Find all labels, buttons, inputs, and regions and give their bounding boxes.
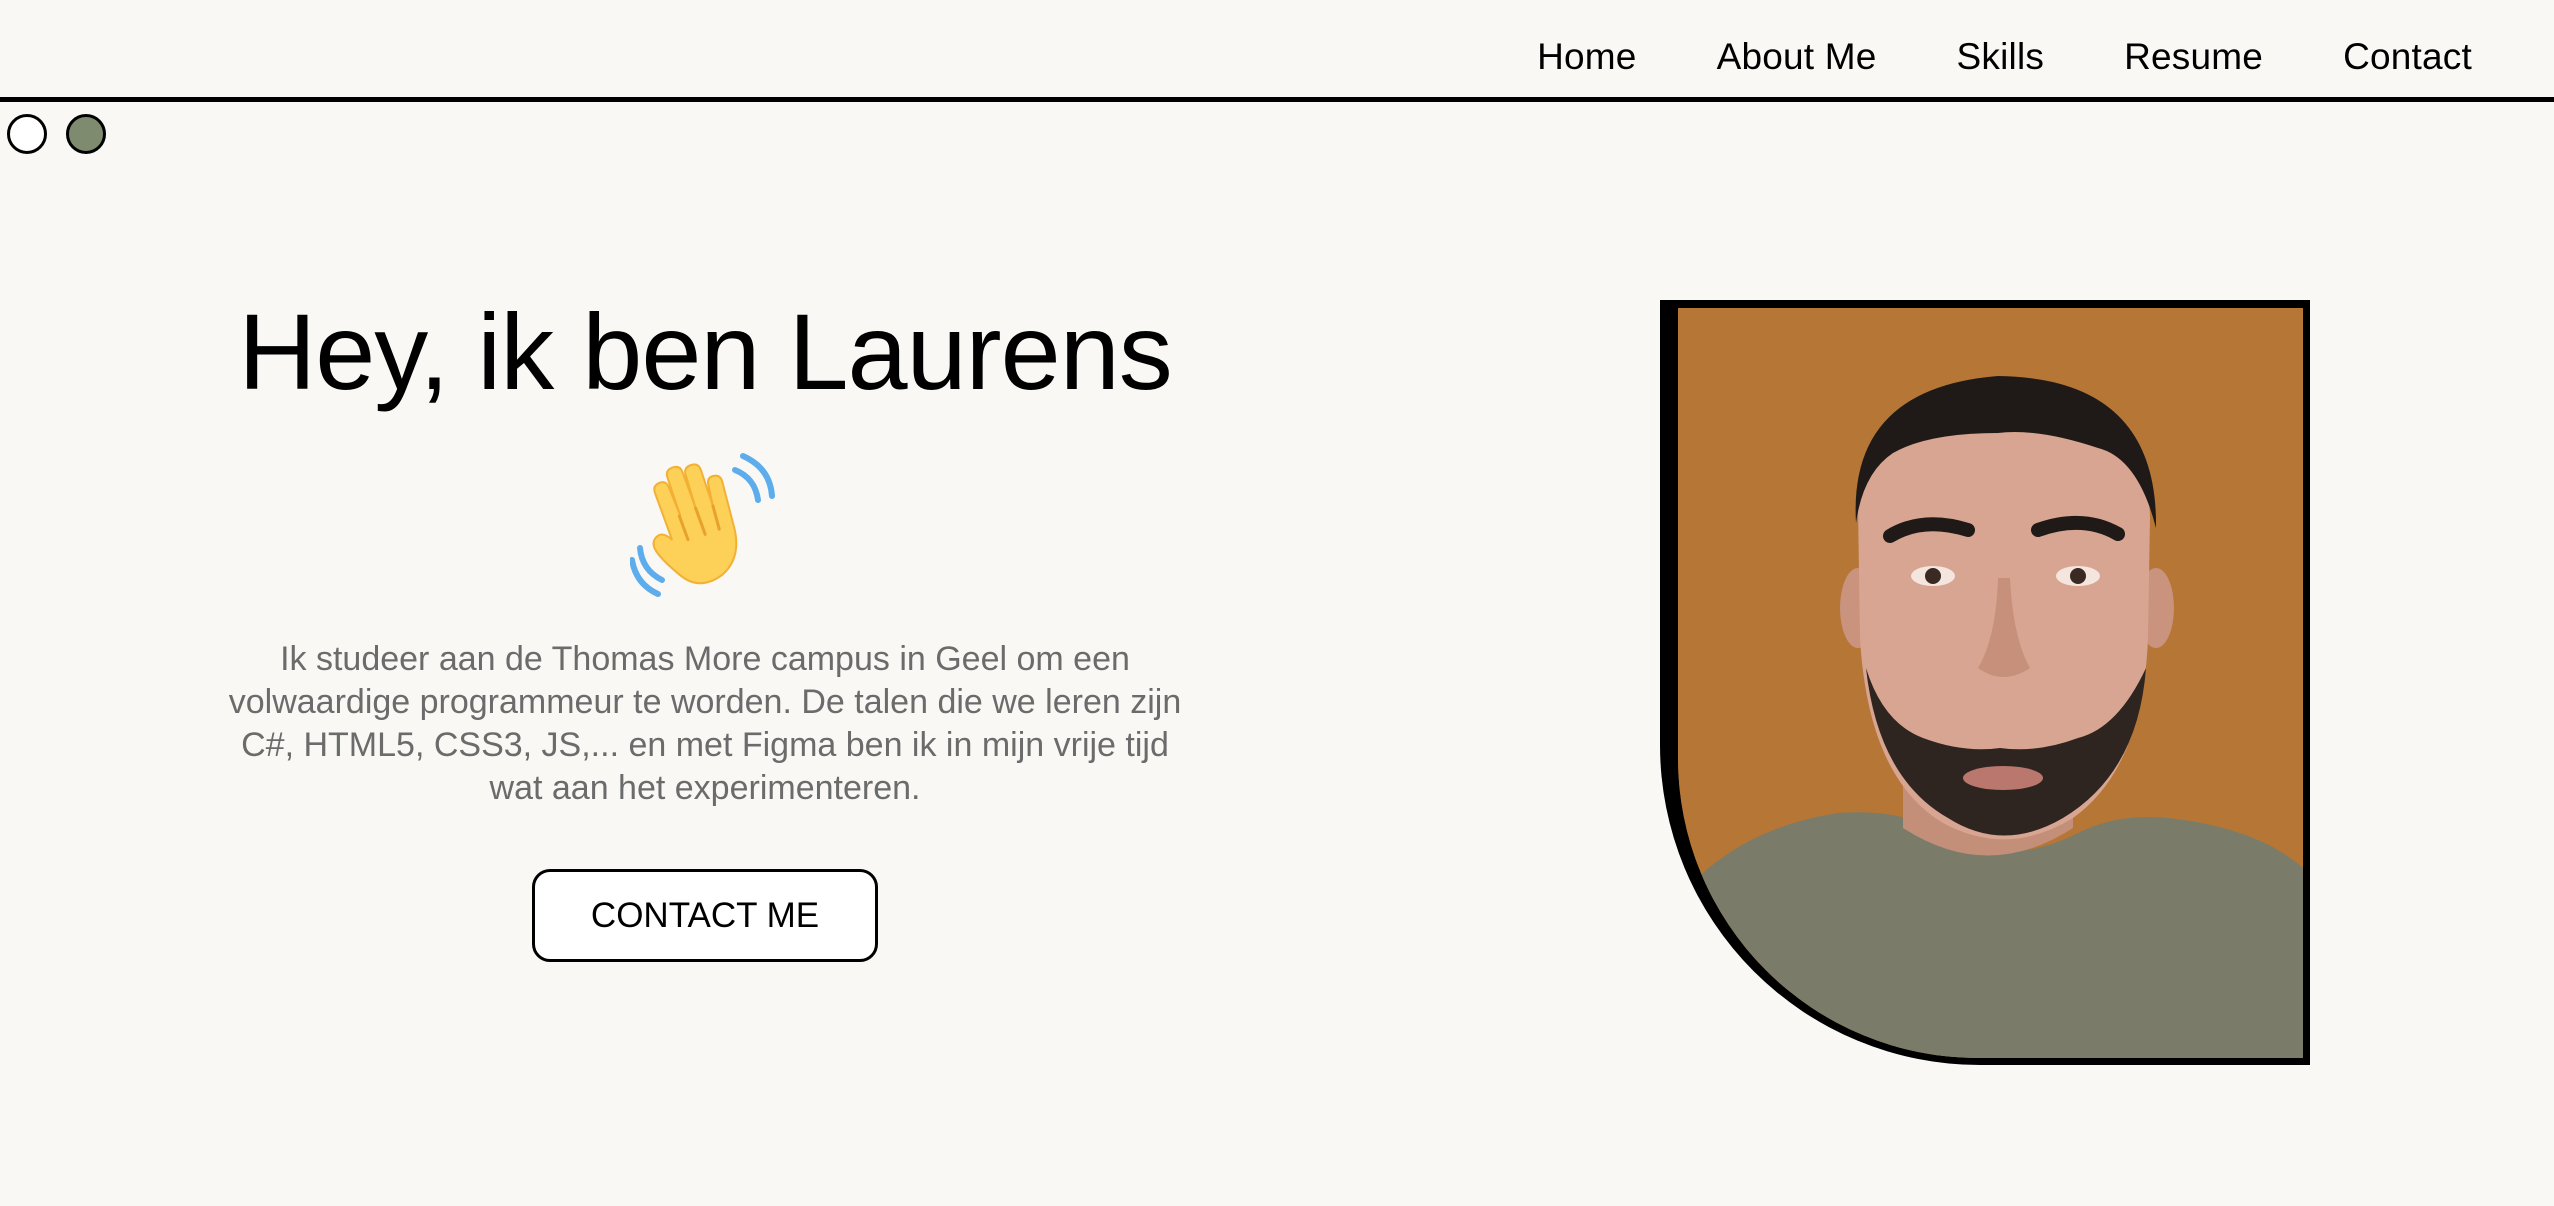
nav-link-about-me[interactable]: About Me bbox=[1717, 36, 1877, 77]
hero-title: Hey, ik ben Laurens bbox=[238, 291, 1173, 412]
top-navigation: Home About Me Skills Resume Contact bbox=[0, 0, 2554, 102]
theme-light-toggle[interactable] bbox=[7, 114, 47, 154]
nav-link-contact[interactable]: Contact bbox=[2343, 36, 2472, 77]
waving-hand-icon bbox=[629, 448, 780, 598]
nav-item-skills: Skills bbox=[1957, 38, 2045, 75]
nav-link-resume[interactable]: Resume bbox=[2124, 36, 2263, 77]
page: Home About Me Skills Resume Contact Hey,… bbox=[0, 0, 2554, 1206]
nav-item-home: Home bbox=[1537, 38, 1637, 75]
portrait-photo bbox=[1678, 308, 2303, 1058]
theme-dark-toggle[interactable] bbox=[66, 114, 106, 154]
nav-menu: Home About Me Skills Resume Contact bbox=[1537, 38, 2472, 75]
hero-description: Ik studeer aan de Thomas More campus in … bbox=[228, 640, 1182, 807]
contact-me-button[interactable]: CONTACT ME bbox=[532, 869, 878, 962]
nav-item-contact: Contact bbox=[2343, 38, 2472, 75]
nav-item-about: About Me bbox=[1717, 38, 1877, 75]
nav-item-resume: Resume bbox=[2124, 38, 2263, 75]
nav-link-home[interactable]: Home bbox=[1537, 36, 1637, 77]
nav-link-skills[interactable]: Skills bbox=[1957, 36, 2045, 77]
